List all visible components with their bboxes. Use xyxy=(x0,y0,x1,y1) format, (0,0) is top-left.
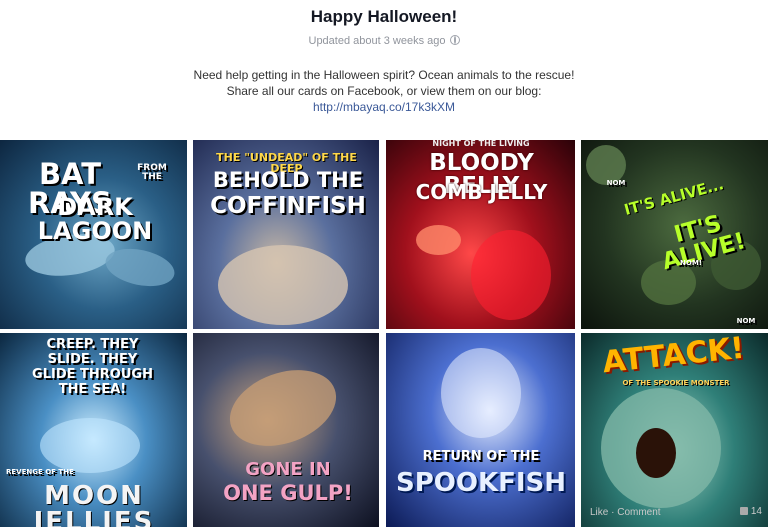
caption-from-the: FROM THE xyxy=(137,163,167,182)
photo-moon-jellies[interactable]: CREEP. THEY SLIDE. THEY GLIDE THROUGH TH… xyxy=(0,333,187,527)
caption-creep: CREEP. THEY SLIDE. THEY GLIDE THROUGH TH… xyxy=(32,337,153,397)
description-line-1: Need help getting in the Halloween spiri… xyxy=(193,68,575,82)
caption-return-of-the: RETURN OF THE xyxy=(422,449,540,464)
photo-grid: BAT RAYS FROM THE DARK LAGOON THE "UNDEA… xyxy=(0,140,768,527)
photo-spookfish[interactable]: RETURN OF THE SPOOKFISH xyxy=(386,333,575,527)
caption-spookie-monster: OF THE SPOOKIE MONSTER xyxy=(622,379,730,387)
caption-nom-2: NOM! xyxy=(680,259,702,267)
album-header: Happy Halloween! Updated about 3 weeks a… xyxy=(0,0,768,140)
photo-spookie-monster[interactable]: ATTACK! OF THE SPOOKIE MONSTER xyxy=(581,333,768,527)
updated-text[interactable]: Updated about 3 weeks ago xyxy=(309,35,446,47)
photo-gone-in-one-gulp[interactable]: GONE IN ONE GULP! xyxy=(193,333,379,527)
album-title: Happy Halloween! xyxy=(310,7,458,26)
caption-revenge: REVENGE OF THE xyxy=(6,468,74,476)
thumbs-up-icon xyxy=(739,507,748,515)
caption-attack: ATTACK! xyxy=(600,333,747,381)
caption-moon-jellies: MOON JELLIES xyxy=(33,481,155,527)
caption-one-gulp: ONE GULP! xyxy=(223,481,353,505)
like-count: 14 xyxy=(739,506,762,517)
like-comment-links[interactable]: Like · Comment xyxy=(590,507,661,518)
caption-behold: BEHOLD THE xyxy=(212,168,364,192)
caption-night-living: NIGHT OF THE LIVING xyxy=(432,140,530,148)
caption-comb-jelly: COMB JELLY xyxy=(415,180,548,204)
updated-timestamp: Updated about 3 weeks ago xyxy=(0,35,768,47)
blog-link[interactable]: http://mbayaq.co/17k3kXM xyxy=(313,100,455,114)
description-line-2: Share all our cards on Facebook, or view… xyxy=(226,84,542,98)
caption-spookfish: SPOOKFISH xyxy=(395,468,567,498)
caption-nom-3: NOM xyxy=(736,317,756,325)
album-description: Need help getting in the Halloween spiri… xyxy=(0,67,768,115)
photo-coffinfish[interactable]: THE "UNDEAD" OF THE DEEP BEHOLD THE COFF… xyxy=(193,140,379,329)
photo-its-alive[interactable]: IT'S ALIVE... IT'S ALIVE! NOM NOM! NOM xyxy=(581,140,768,329)
caption-coffinfish: COFFINFISH xyxy=(210,193,366,219)
caption-gone-in: GONE IN xyxy=(245,459,331,480)
like-count-value: 14 xyxy=(750,506,762,517)
photo-bat-rays[interactable]: BAT RAYS FROM THE DARK LAGOON xyxy=(0,140,187,329)
globe-icon[interactable] xyxy=(449,35,460,45)
caption-dark-lagoon: DARK LAGOON xyxy=(37,193,153,245)
caption-nom-1: NOM xyxy=(606,179,626,187)
photo-comb-jelly[interactable]: NIGHT OF THE LIVING BLOODY BELLY COMB JE… xyxy=(386,140,575,329)
